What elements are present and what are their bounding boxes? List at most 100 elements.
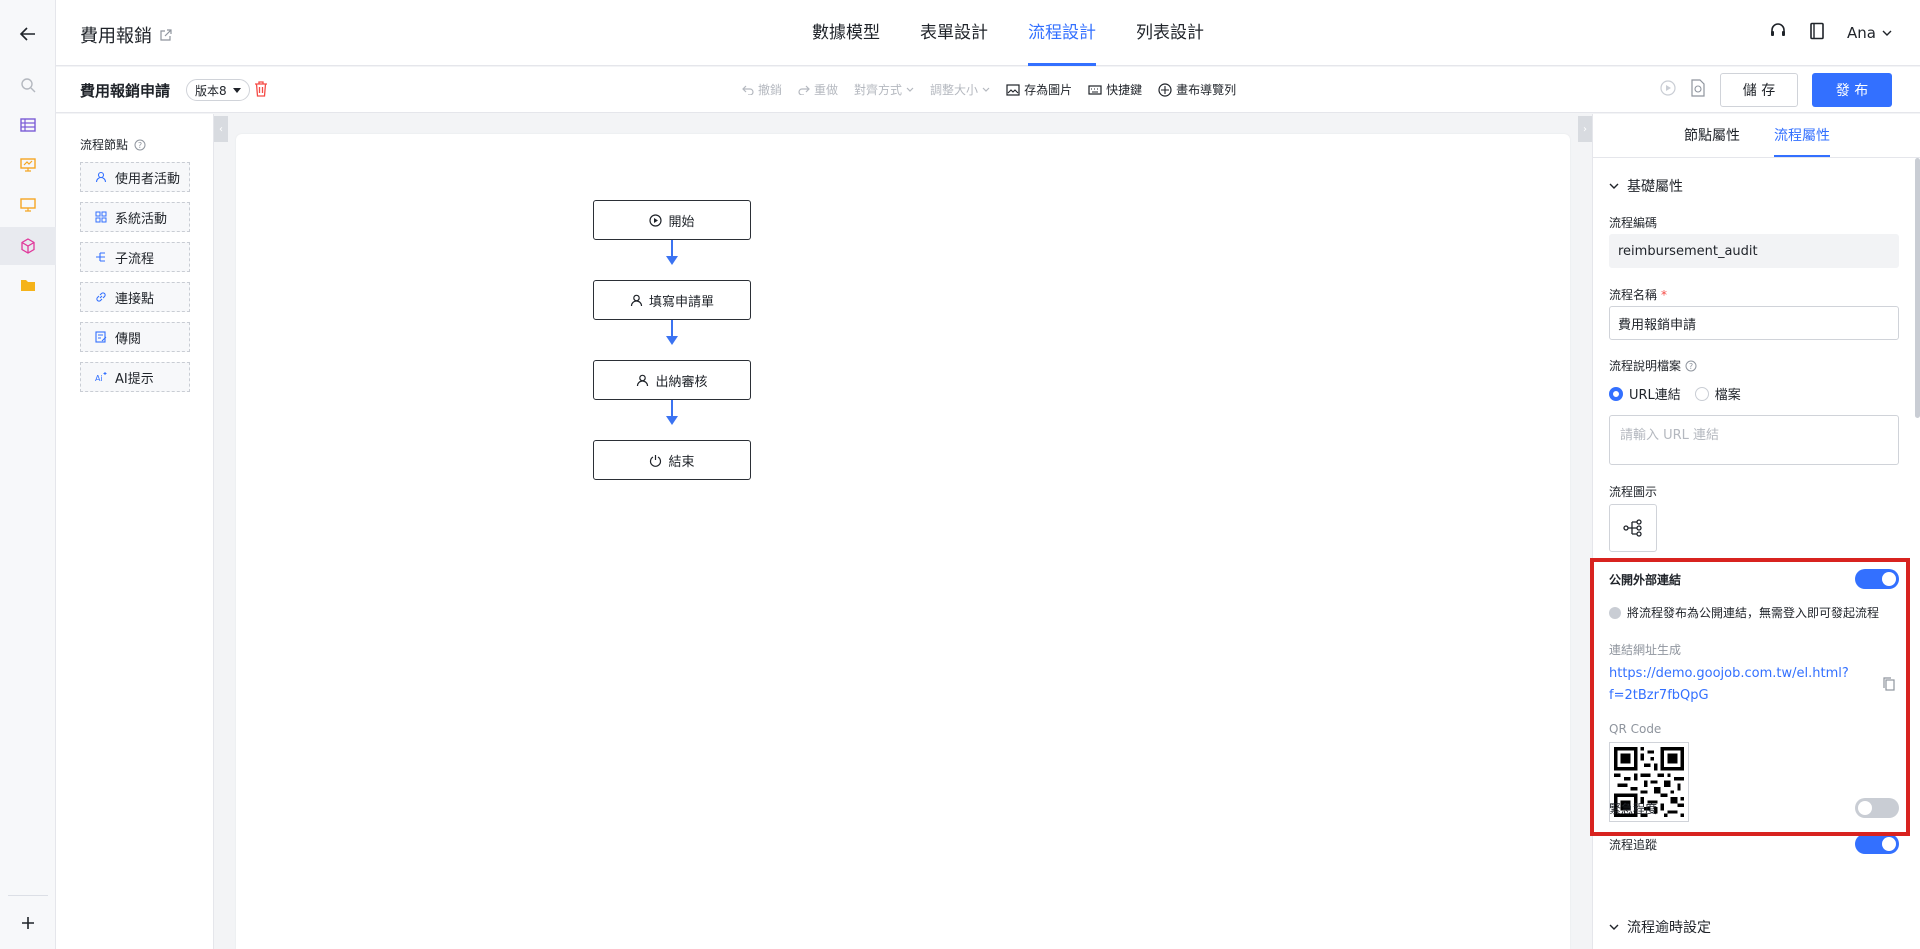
cube-icon[interactable] [0, 227, 56, 265]
help-icon[interactable]: ? [1685, 360, 1697, 372]
collapse-right-handle[interactable]: › [1578, 116, 1592, 142]
user-icon [630, 294, 643, 306]
process-name-label-text: 流程名稱 [1609, 288, 1658, 302]
user-icon [637, 374, 649, 386]
collapse-left-handle[interactable]: ‹ [214, 116, 228, 142]
flow-node-fill-form[interactable]: 填寫申請單 [593, 280, 751, 320]
required-mark: * [1661, 287, 1668, 302]
flow-node-end[interactable]: 結束 [593, 440, 751, 480]
shortcut-button[interactable]: 快捷鍵 [1088, 81, 1142, 98]
back-arrow-icon[interactable] [16, 22, 40, 46]
palette-title-text: 流程節點 [80, 138, 129, 152]
top-header: 費用報銷 數據模型 表單設計 流程設計 列表設計 Ana [56, 0, 1920, 66]
app-title-text: 費用報銷 [80, 26, 152, 47]
search-icon[interactable] [16, 73, 40, 97]
image-icon [1006, 83, 1020, 96]
tracking-label: 流程追蹤 [1609, 838, 1658, 852]
flow-node-start[interactable]: 開始 [593, 200, 751, 240]
link-icon [96, 292, 106, 302]
left-rail [0, 0, 56, 949]
folder-icon[interactable] [16, 273, 40, 297]
section-timeout-settings[interactable]: 流程逾時設定 [1609, 917, 1711, 937]
doc-file-label: 流程說明檔案 ? [1609, 357, 1697, 374]
tracking-toggle[interactable] [1855, 834, 1899, 854]
version-label: 版本8 [195, 83, 227, 98]
palette-item-ai-prompt[interactable]: Ai AI提示 [80, 362, 190, 392]
flow-node-cashier-review[interactable]: 出納審核 [593, 360, 751, 400]
radio-file[interactable]: 檔案 [1694, 384, 1741, 403]
process-code-field: reimbursement_audit [1609, 234, 1899, 268]
tab-process-design[interactable]: 流程設計 [1008, 0, 1116, 66]
palette-item-circulate[interactable]: 傳閱 [80, 322, 190, 352]
process-icon-picker[interactable] [1609, 504, 1657, 552]
redo-button[interactable]: 重做 [798, 81, 838, 98]
redo-icon [798, 85, 810, 95]
radio-url[interactable]: URL連結 [1609, 384, 1681, 403]
canvas-nav-button[interactable]: 畫布導覽列 [1158, 81, 1236, 98]
tab-process-properties[interactable]: 流程屬性 [1774, 114, 1830, 157]
align-label: 對齊方式 [854, 83, 903, 97]
panel-scrollbar[interactable] [1915, 158, 1920, 418]
flow-edge [671, 320, 673, 337]
run-icon[interactable] [1660, 80, 1676, 100]
flow-tree-icon [1623, 519, 1642, 537]
tab-data-model[interactable]: 數據模型 [792, 0, 900, 66]
svg-text:Ai: Ai [95, 374, 103, 383]
presentation-icon[interactable] [16, 153, 40, 177]
headset-icon[interactable] [1769, 22, 1787, 44]
flow-edge [671, 240, 673, 257]
palette-item-label: 使用者活動 [115, 171, 181, 187]
tab-node-properties[interactable]: 節點屬性 [1684, 114, 1740, 157]
compass-icon [1158, 82, 1172, 97]
tab-form-design[interactable]: 表單設計 [900, 0, 1008, 66]
save-image-label: 存為圖片 [1024, 83, 1073, 97]
plus-icon[interactable] [16, 911, 40, 935]
flow-node-label: 填寫申請單 [648, 294, 714, 310]
table-icon[interactable] [16, 113, 40, 137]
flow-edge [671, 400, 673, 417]
palette-item-connector[interactable]: 連接點 [80, 282, 190, 312]
flow-arrow [666, 336, 678, 345]
play-icon [649, 213, 663, 227]
publish-button[interactable]: 發 布 [1812, 73, 1892, 107]
delete-version-icon[interactable] [254, 81, 268, 101]
palette-title: 流程節點 ? [80, 136, 146, 153]
user-menu[interactable]: Ana [1847, 24, 1892, 42]
svg-text:?: ? [138, 141, 142, 150]
version-select[interactable]: 版本8 [186, 79, 250, 101]
palette-item-label: AI提示 [115, 371, 154, 387]
flow-canvas[interactable]: 開始 填寫申請單 出納審核 結束 [236, 134, 1570, 949]
chevron-down-icon [982, 87, 990, 92]
align-dropdown[interactable]: 對齊方式 [854, 81, 914, 98]
help-icon[interactable]: ? [134, 139, 146, 151]
undo-label: 撤銷 [758, 83, 783, 97]
book-icon[interactable] [1809, 22, 1825, 44]
url-input[interactable]: 請輸入 URL 連結 [1609, 415, 1899, 465]
palette-item-user-activity[interactable]: 使用者活動 [80, 162, 190, 192]
palette-item-system-activity[interactable]: 系統活動 [80, 202, 190, 232]
node-palette: 流程節點 ? 使用者活動 系統活動 子流程 連接點 傳閱 Ai AI提示 [56, 114, 214, 949]
main-tabs: 數據模型 表單設計 流程設計 列表設計 [792, 0, 1224, 66]
process-name-field[interactable]: 費用報銷申請 [1609, 306, 1899, 340]
tab-list-design[interactable]: 列表設計 [1116, 0, 1224, 66]
undo-button[interactable]: 撤銷 [742, 81, 782, 98]
panel-tabs: 節點屬性 流程屬性 [1593, 114, 1920, 158]
monitor-icon[interactable] [16, 193, 40, 217]
palette-item-subprocess[interactable]: 子流程 [80, 242, 190, 272]
resize-dropdown[interactable]: 調整大小 [930, 81, 990, 98]
preview-doc-icon[interactable] [1690, 79, 1706, 101]
canvas-nav-label: 畫布導覽列 [1176, 83, 1237, 97]
save-image-button[interactable]: 存為圖片 [1006, 81, 1072, 98]
chevron-down-icon [906, 87, 914, 92]
save-button[interactable]: 儲 存 [1720, 73, 1798, 107]
radio-circle [1694, 386, 1709, 401]
doc-file-label-text: 流程說明檔案 [1609, 359, 1682, 373]
flow-node-label: 出納審核 [655, 374, 708, 390]
section-title: 基礎屬性 [1627, 179, 1683, 195]
grid-icon [95, 211, 107, 223]
section-basic-properties[interactable]: 基礎屬性 [1609, 176, 1683, 196]
undo-icon [742, 85, 754, 95]
resize-label: 調整大小 [930, 83, 979, 97]
rail-divider [8, 895, 48, 896]
external-link-icon[interactable] [160, 25, 172, 46]
